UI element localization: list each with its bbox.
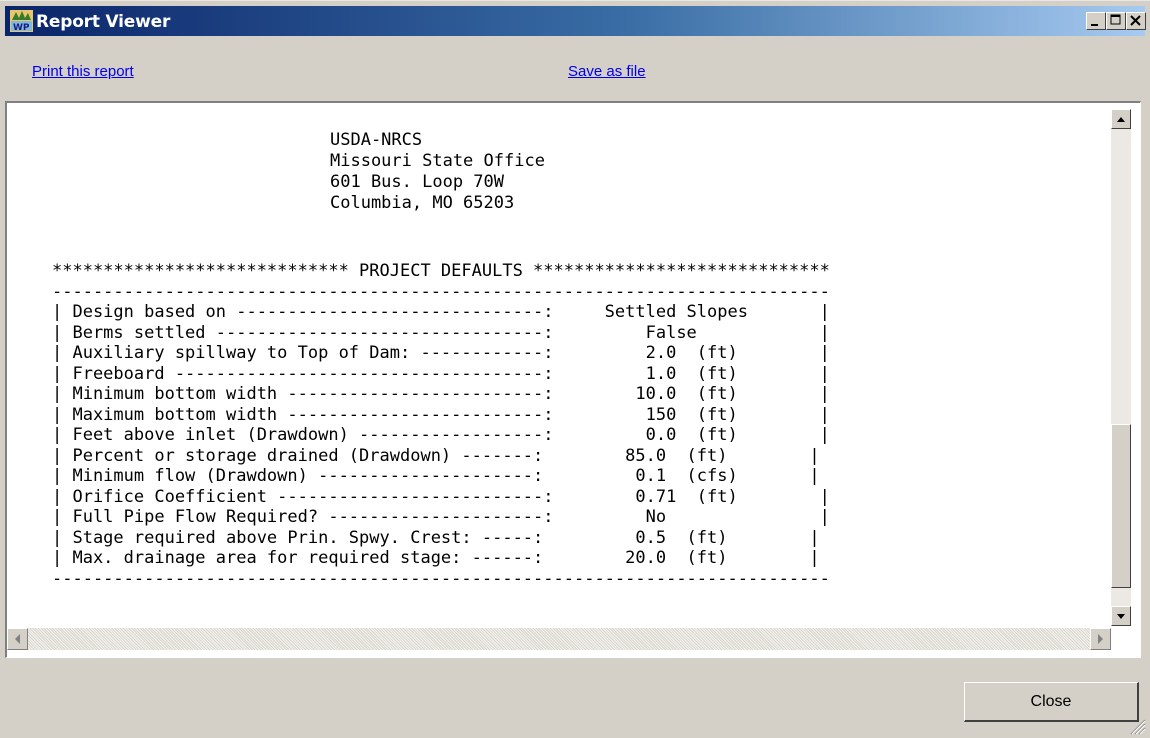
scroll-up-button[interactable] [1111,109,1131,129]
project-defaults-table: ***************************** PROJECT DE… [52,261,830,589]
scroll-right-button[interactable] [1090,628,1111,650]
title-bar[interactable]: WP Report Viewer [5,6,1146,36]
arrow-up-icon [1117,117,1125,122]
save-as-file-link[interactable]: Save as file [568,63,646,80]
window-title: Report Viewer [36,12,171,32]
resize-grip-icon[interactable] [1128,717,1146,735]
maximize-button[interactable] [1106,12,1126,30]
svg-text:WP: WP [13,23,30,32]
close-icon [1130,15,1141,26]
report-content-area[interactable]: ***************************** PROJECT DE… [5,101,1141,658]
arrow-left-icon [15,634,20,644]
scroll-down-button[interactable] [1111,606,1131,626]
close-window-button[interactable] [1126,12,1146,30]
arrow-down-icon [1117,614,1125,619]
close-button[interactable]: Close [964,682,1139,722]
office-address: USDA-NRCS Missouri State Office 601 Bus.… [330,130,545,213]
wp-app-icon: WP [10,10,33,32]
vertical-scroll-thumb[interactable] [1111,424,1131,588]
minimize-icon [1091,24,1098,26]
horizontal-scrollbar[interactable] [7,628,1111,650]
print-report-link[interactable]: Print this report [32,63,134,80]
arrow-right-icon [1098,634,1103,644]
report-viewer-window: WP Report Viewer Print this report Save … [0,0,1150,738]
scroll-left-button[interactable] [7,628,28,650]
maximize-icon [1110,14,1121,25]
minimize-button[interactable] [1086,12,1106,30]
